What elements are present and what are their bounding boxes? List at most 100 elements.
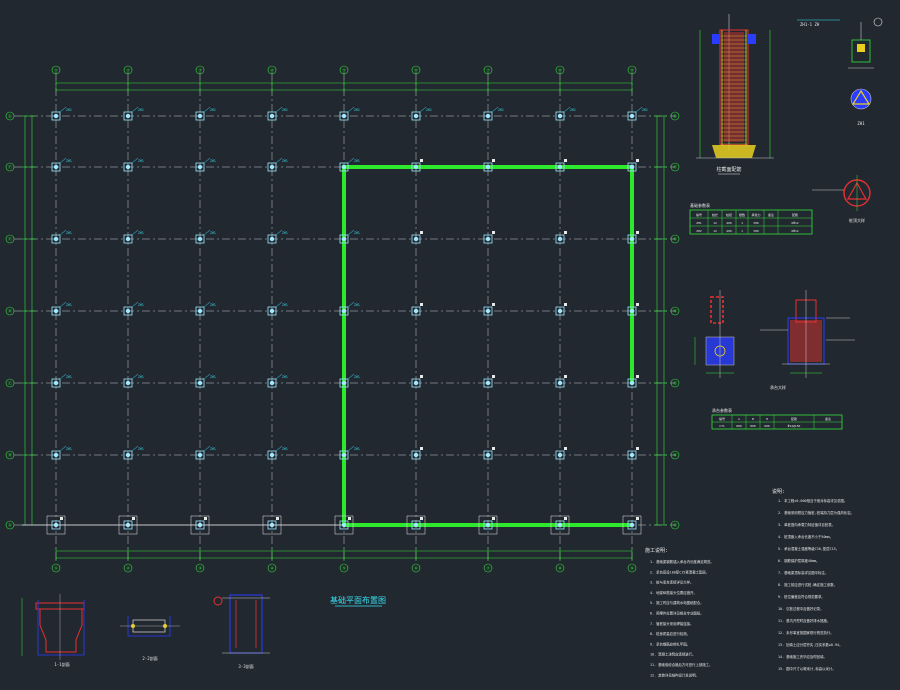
pile-tag-mark xyxy=(636,159,639,162)
pile-tag-mark xyxy=(420,447,423,450)
pile xyxy=(53,236,59,242)
pile-label: ZH1 xyxy=(354,303,360,307)
pile-label: ZH1 xyxy=(498,108,504,112)
pile xyxy=(197,236,203,242)
pile xyxy=(413,236,419,242)
pile-label: ZH1 xyxy=(354,375,360,379)
pile-tag-mark xyxy=(132,517,135,520)
pile-tag-mark xyxy=(204,517,207,520)
col-detail-title: 柱截面配筋 xyxy=(716,166,741,173)
pile xyxy=(197,380,203,386)
pile-tag-mark xyxy=(276,517,279,520)
table-cell: 800 xyxy=(736,424,742,428)
pile-label: ZH1 xyxy=(138,108,144,112)
pile-tag-mark xyxy=(492,303,495,306)
section3-title: 3-3剖面 xyxy=(238,663,253,669)
table-header-cell: 备注 xyxy=(768,212,774,217)
pile xyxy=(485,308,491,314)
pile xyxy=(557,452,563,458)
pile xyxy=(197,308,203,314)
pile xyxy=(269,452,275,458)
pile-label: ZH1 xyxy=(642,108,648,112)
pile xyxy=(485,522,491,528)
pile xyxy=(341,164,347,170)
table-cell: 6Φ12 xyxy=(791,229,798,233)
table-header-cell: 编号 xyxy=(696,212,702,217)
pile-tag-mark xyxy=(348,517,351,520)
table-header-cell: 编号 xyxy=(719,416,725,421)
table-cell: 400 xyxy=(726,229,732,233)
pile xyxy=(629,522,635,528)
axis-label: Ⓐ xyxy=(673,522,677,528)
pile-label: ZH1 xyxy=(426,108,432,112)
axis-label: ① xyxy=(54,68,58,73)
axis-label: ④ xyxy=(270,68,274,73)
note-line: 9. 桩位偏差应符合规范要求。 xyxy=(778,594,825,599)
section2-title: 2-2剖面 xyxy=(142,655,157,661)
pile-tag-mark xyxy=(492,517,495,520)
pile-tag-mark xyxy=(564,447,567,450)
note-line: 3. 桩与承台连接详见大样。 xyxy=(650,580,693,585)
pile-label: ZH1 xyxy=(66,159,72,163)
table-cell: Φ12@150 xyxy=(788,424,801,428)
table-header-cell: 配筋 xyxy=(791,416,797,421)
note-line: 4. 地梁纵筋接头位置应错开。 xyxy=(650,590,697,595)
table-header-cell: A xyxy=(738,417,740,421)
axis-label: Ⓖ xyxy=(8,113,12,119)
pile xyxy=(485,113,491,119)
pile-tag-mark xyxy=(420,159,423,162)
pile-label: ZH1 xyxy=(66,303,72,307)
pile-label: ZH1 xyxy=(66,375,72,379)
pile-group-label: ZH1 xyxy=(857,121,865,126)
note-line: 5. 施工时应与建筑水电图纸配合。 xyxy=(650,600,704,605)
cad-drawing-canvas[interactable]: ① ① ② ② ③ ③ ④ ④ ⑤ ⑤ ⑥ ⑥ ⑦ ⑦ ⑧ ⑧ ⑨ ⑨ Ⓖ Ⓖ Ⓕ Ⓕ Ⓔ Ⓔ Ⓓ Ⓓ Ⓒ Ⓒ Ⓑ Ⓑ Ⓐ Ⓐ ZH1 ZH1 ZH… xyxy=(0,0,900,690)
pile xyxy=(53,522,59,528)
pile xyxy=(413,308,419,314)
pile xyxy=(557,380,563,386)
axis-label: Ⓕ xyxy=(8,164,12,170)
table-header-cell: H xyxy=(766,417,768,421)
pile-label: ZH1 xyxy=(210,231,216,235)
table-cell: 12 xyxy=(713,221,717,225)
note-line: 8. 桩身质量应进行检测。 xyxy=(650,631,690,636)
pile-tag-mark xyxy=(60,517,63,520)
note-line: 1. 基础梁钢筋锚入承台内长度满足规范。 xyxy=(650,559,714,564)
axis-label: ② xyxy=(126,68,130,73)
axis-label: ③ xyxy=(198,566,202,571)
pile-tag-mark xyxy=(636,517,639,520)
col-detail-pile-cap xyxy=(712,145,756,158)
notes-title-right: 说明: xyxy=(772,488,785,495)
table-header-cell: 桩径 xyxy=(726,212,732,217)
pile-tag-mark xyxy=(492,159,495,162)
axis-label: ⑦ xyxy=(486,68,490,73)
axis-label: Ⓑ xyxy=(673,452,677,458)
pile xyxy=(557,113,563,119)
pile xyxy=(557,164,563,170)
pile xyxy=(485,452,491,458)
pile-label: ZH1 xyxy=(138,231,144,235)
pile-label: ZH1 xyxy=(354,447,360,451)
pile-tag-mark xyxy=(420,517,423,520)
table-header-cell: 根数 xyxy=(739,212,745,217)
note-line: 13. 回填土应分层夯实,压实系数≥0.94。 xyxy=(778,642,843,647)
pile xyxy=(125,164,131,170)
table-header-cell: 配筋 xyxy=(792,212,798,217)
pile xyxy=(197,113,203,119)
pile-label: ZH1 xyxy=(138,375,144,379)
table-cell: 400 xyxy=(726,221,732,225)
table-title: 承台参数表 xyxy=(712,407,732,413)
pile xyxy=(53,380,59,386)
note-line: 11. 基础验收合格后方可进行上部施工。 xyxy=(650,662,712,667)
pile xyxy=(125,452,131,458)
col-detail-block-left xyxy=(712,34,720,44)
axis-label: Ⓔ xyxy=(8,236,12,242)
axis-label: ⑥ xyxy=(414,566,418,571)
pile-tag-mark xyxy=(564,517,567,520)
axis-label: ⑧ xyxy=(558,68,562,73)
table-cell: 1 xyxy=(741,229,743,233)
pile-label: ZH1 xyxy=(210,375,216,379)
pile xyxy=(269,522,275,528)
axis-label: Ⓔ xyxy=(673,236,677,242)
pile-tag-mark xyxy=(564,303,567,306)
notes-title-left: 施工说明: xyxy=(645,547,668,554)
